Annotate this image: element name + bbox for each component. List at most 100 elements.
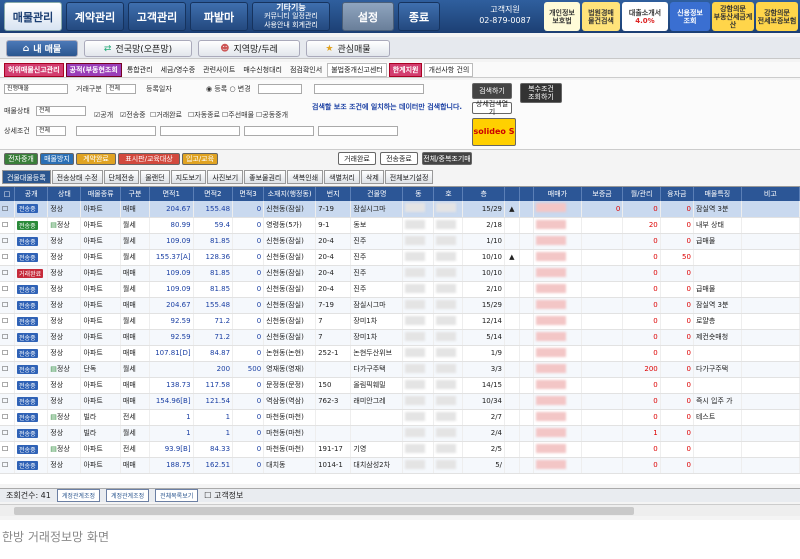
scroll-thumb[interactable]: [14, 507, 634, 515]
col-header[interactable]: 동: [402, 187, 435, 201]
nav-tab-settings[interactable]: 설정: [342, 2, 394, 31]
row-checkbox[interactable]: ☐: [0, 265, 16, 282]
menu-public-lookup[interactable]: 공적(부동현조회: [65, 62, 122, 77]
row-checkbox[interactable]: ☐: [0, 345, 16, 362]
tab-register[interactable]: 건물대물등록: [2, 170, 51, 184]
subtab-nationwide[interactable]: ⇄ 전국망(오픈망): [84, 40, 192, 57]
table-row[interactable]: ☐ 전송중 정상 아파트 매매 138.73 117.58 0 문정동(문정) 150 올림픽훼밀 1…: [0, 377, 800, 394]
table-row[interactable]: ☐ 전송중 정상 아파트 월세 155.37[A] 128.36 0 신천동(잠실) 20-4 진주…: [0, 249, 800, 266]
tab-batch-send[interactable]: 단체전송: [103, 170, 140, 184]
progress-filter-select[interactable]: 진행매물: [4, 84, 68, 94]
solideo-ad[interactable]: solideo S: [472, 118, 516, 146]
col-header[interactable]: [504, 187, 520, 201]
col-header[interactable]: 구분: [120, 187, 150, 201]
promo-insurance[interactable]: 강함의문 전세보증보험: [756, 2, 798, 31]
horizontal-scrollbar[interactable]: [0, 504, 800, 516]
row-checkbox[interactable]: ☐: [0, 393, 16, 410]
tab-map[interactable]: 지도보기: [170, 170, 207, 184]
col-header[interactable]: □: [0, 187, 16, 201]
check-complete[interactable]: ☐거래완료: [150, 110, 182, 120]
col-header[interactable]: 매매가: [533, 187, 582, 201]
tab-photos[interactable]: 사진보기: [207, 170, 244, 184]
multi-search-button[interactable]: 복수조건 조회하기: [520, 83, 562, 103]
table-row[interactable]: ☐ 전송중 정상 아파트 매매 204.67 155.48 0 신천동(잠실) 7-19 잠실시그마…: [0, 297, 800, 314]
menu-purchase-agent[interactable]: 매수신청대리: [240, 64, 285, 76]
row-checkbox[interactable]: ☐: [0, 201, 16, 218]
col-header[interactable]: 융자금: [660, 187, 694, 201]
menu-integrated[interactable]: 통합관리: [124, 64, 156, 76]
col-header[interactable]: 면적2: [193, 187, 234, 201]
col-header[interactable]: 매물특징: [693, 187, 742, 201]
col-header[interactable]: 보증금: [581, 187, 624, 201]
row-checkbox[interactable]: ☐: [0, 457, 16, 474]
nav-tab-listing[interactable]: 매물관리: [4, 2, 62, 31]
listing-status-select[interactable]: 전체: [36, 106, 86, 116]
promo-credit[interactable]: 신용정보 조회: [670, 2, 710, 31]
row-checkbox[interactable]: ☐: [0, 313, 16, 330]
col-header[interactable]: 면적1: [149, 187, 194, 201]
col-header[interactable]: 공개: [14, 187, 49, 201]
check-public[interactable]: ☑공개: [94, 110, 113, 120]
subtab-my-listings[interactable]: ⌂ 내 매물: [6, 40, 78, 57]
nav-tab-contract[interactable]: 계약관리: [66, 2, 124, 31]
check-joint[interactable]: ☐공동중개: [256, 110, 288, 120]
row-checkbox[interactable]: ☐: [0, 297, 16, 314]
row-checkbox[interactable]: ☐: [0, 425, 16, 442]
tab-view-settings[interactable]: 전체보기설정: [384, 170, 434, 184]
deal-complete-button[interactable]: 거래완료: [338, 152, 376, 165]
col-header[interactable]: [519, 187, 535, 201]
dong-select[interactable]: [244, 126, 314, 136]
view-all-button[interactable]: 전체목록보기: [155, 489, 199, 502]
col-header[interactable]: 호: [433, 187, 464, 201]
row-checkbox[interactable]: ☐: [0, 281, 16, 298]
table-row[interactable]: ☐ 전송중 정상 아파트 매매 204.67 155.48 0 신천동(잠실) 7-19 잠실시그마…: [0, 201, 800, 218]
row-checkbox[interactable]: ☐: [0, 329, 16, 346]
col-header[interactable]: 건물명: [350, 187, 404, 201]
menu-illegal-report[interactable]: 불법중개신고센터: [327, 62, 387, 77]
detail-condition-select[interactable]: 전체: [36, 126, 66, 136]
col-header[interactable]: 번지: [315, 187, 352, 201]
row-checkbox[interactable]: ☐: [0, 377, 16, 394]
tab-print[interactable]: 색복인쇄: [287, 170, 324, 184]
nav-tab-pabalma[interactable]: 파발마: [190, 2, 248, 31]
district-select[interactable]: [160, 126, 240, 136]
col-header[interactable]: 소재지(행정동): [263, 187, 317, 201]
dup-button[interactable]: 전체/중복조기매: [422, 152, 472, 165]
menu-inspection[interactable]: 점검확인서: [287, 64, 325, 76]
keyword-input[interactable]: [314, 84, 424, 94]
promo-auction[interactable]: 법원경매 물건검색: [582, 2, 620, 31]
tab-delete[interactable]: 삭제: [360, 170, 384, 184]
complex-select[interactable]: [318, 126, 398, 136]
detail-search-button[interactable]: 상세검색열기: [472, 100, 512, 116]
account-adjust-button[interactable]: 계정관계조정: [56, 489, 100, 502]
menu-fake-listing[interactable]: 허위매물신고관리: [4, 62, 64, 77]
table-row[interactable]: ☐ 전송중 정상 아파트 매매 154.96[B] 121.54 0 역삼동(역삼) 762-3 래…: [0, 393, 800, 410]
table-row[interactable]: ☐ 전송중 정상 빌라 월세 1 1 0 마천동(마천) 2/4 1 0: [0, 425, 800, 442]
table-row[interactable]: ☐ 전송중 ▤정상 아파트 월세 80.99 59.4 0 영령동(5가) 9-1 동보 2/18 20…: [0, 217, 800, 234]
row-checkbox[interactable]: ☐: [0, 217, 16, 234]
col-header[interactable]: 상태: [47, 187, 82, 201]
promo-tax[interactable]: 강함의문 부동산세금계산: [712, 2, 754, 31]
account-adjust-button-2[interactable]: 계정관계조정: [105, 489, 150, 502]
subtab-interest[interactable]: ★ 관심매물: [306, 40, 390, 57]
tab-rights[interactable]: 좋보물권리: [244, 170, 287, 184]
tab-random[interactable]: 물랜던: [140, 170, 170, 184]
menu-support[interactable]: 한계지원: [388, 62, 423, 77]
row-checkbox[interactable]: ☐: [0, 233, 16, 250]
table-row[interactable]: ☐ 전송중 정상 아파트 월세 109.09 81.85 0 신천동(잠실) 20-4 진주 1/10…: [0, 233, 800, 250]
customer-info-checkbox[interactable]: ☐ 고객정보: [204, 490, 243, 501]
table-row[interactable]: ☐ 전송중 정상 아파트 월세 92.59 71.2 0 신천동(잠실) 7 장미1차 12/14 0 0…: [0, 313, 800, 330]
table-row[interactable]: ☐ 전송중 ▤정상 아파트 전세 93.9[B] 84.33 0 마천동(마천) 191-17 기영…: [0, 441, 800, 458]
menu-tax[interactable]: 세금/영수증: [158, 64, 199, 76]
table-row[interactable]: ☐ 전송중 정상 아파트 매매 107.81[D] 84.87 0 논현동(논현) 252-1 논현…: [0, 345, 800, 362]
promo-loan[interactable]: 대출소개서 4.0%: [622, 2, 668, 31]
col-header[interactable]: 면적3: [232, 187, 265, 201]
table-row[interactable]: ☐ 전송중 정상 아파트 매매 188.75 162.51 0 대치동 1014-1 대치삼성2차 5…: [0, 457, 800, 474]
send-end-button[interactable]: 전송종료: [380, 152, 418, 165]
table-row[interactable]: ☐ 거래완료 정상 아파트 매매 109.09 81.85 0 신천동(잠실) 20-4 진주 10/…: [0, 265, 800, 282]
table-row[interactable]: ☐ 전송중 ▤정상 빌라 전세 1 1 0 마천동(마천) 2/7 0 0 테스트: [0, 409, 800, 426]
subtab-regional[interactable]: ☻ 지역망/두레: [198, 40, 300, 57]
table-row[interactable]: ☐ 전송중 정상 아파트 월세 109.09 81.85 0 신천동(잠실) 20-4 진주 2/10…: [0, 281, 800, 298]
radio-register[interactable]: ◉ 등록 ○ 변경: [206, 84, 251, 94]
col-header[interactable]: 월/관리: [622, 187, 661, 201]
